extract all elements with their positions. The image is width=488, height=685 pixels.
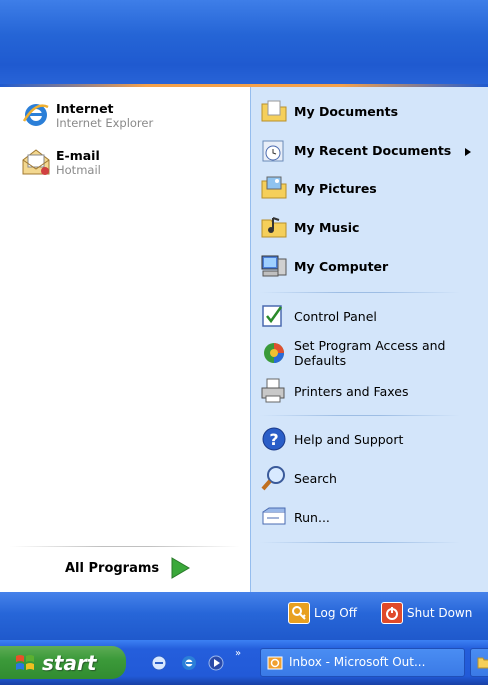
start-label: start bbox=[42, 650, 97, 675]
separator bbox=[10, 546, 240, 547]
quicklaunch-outlook-icon[interactable] bbox=[150, 654, 168, 672]
pinned-subtitle: Hotmail bbox=[56, 162, 101, 177]
pinned-title: Internet bbox=[56, 100, 114, 116]
taskbar-item-folder[interactable] bbox=[470, 648, 488, 677]
folder-icon bbox=[477, 655, 488, 669]
places-item-my-pictures[interactable]: My Pictures bbox=[258, 172, 377, 204]
help-item-label: Help and Support bbox=[294, 431, 404, 447]
system-item-label: Printers and Faxes bbox=[294, 383, 409, 399]
green-arrow-icon bbox=[169, 556, 191, 580]
places-item-my-recent-documents[interactable]: My Recent Documents bbox=[258, 134, 472, 166]
power-icon bbox=[381, 602, 403, 624]
email-icon bbox=[20, 146, 52, 178]
internet-explorer-icon bbox=[20, 99, 52, 131]
separator bbox=[260, 542, 460, 543]
places-item-label: My Computer bbox=[294, 258, 389, 274]
log-off-button[interactable]: Log Off bbox=[288, 602, 357, 624]
help-item-run[interactable]: Run... bbox=[258, 501, 330, 533]
quicklaunch-chevron-icon[interactable]: » bbox=[235, 648, 241, 659]
pinned-subtitle: Internet Explorer bbox=[56, 115, 154, 130]
printer-icon bbox=[258, 375, 290, 407]
system-item-printers-faxes[interactable]: Printers and Faxes bbox=[258, 375, 408, 407]
places-item-label: My Music bbox=[294, 219, 360, 235]
windows-flag-icon bbox=[14, 653, 36, 673]
help-icon: ? bbox=[258, 423, 290, 455]
help-item-search[interactable]: Search bbox=[258, 462, 337, 494]
search-icon bbox=[258, 462, 290, 494]
pinned-internet[interactable]: Internet Internet Explorer bbox=[20, 99, 153, 131]
taskbar: start » Inbox - Microsoft Out... bbox=[0, 640, 488, 685]
user-header bbox=[0, 0, 488, 87]
system-item-control-panel[interactable]: Control Panel bbox=[258, 300, 377, 332]
help-item-label: Search bbox=[294, 470, 337, 486]
start-button[interactable]: start bbox=[0, 646, 126, 679]
start-menu: Internet Internet Explorer E-mail Hotmai… bbox=[0, 0, 488, 640]
pinned-email[interactable]: E-mail Hotmail bbox=[20, 146, 101, 178]
system-item-program-access[interactable]: Set Program Access and Defaults bbox=[258, 337, 454, 369]
taskbar-item-label: Inbox - Microsoft Out... bbox=[289, 655, 426, 669]
submenu-arrow-icon bbox=[465, 141, 472, 160]
system-item-label: Set Program Access and Defaults bbox=[294, 338, 446, 368]
quicklaunch-media-player-icon[interactable] bbox=[207, 654, 225, 672]
separator bbox=[260, 292, 460, 293]
program-access-icon bbox=[258, 337, 290, 369]
taskbar-item-inbox[interactable]: Inbox - Microsoft Out... bbox=[260, 648, 465, 677]
places-item-my-documents[interactable]: My Documents bbox=[258, 95, 398, 127]
all-programs-button[interactable]: All Programs bbox=[65, 556, 191, 580]
places-item-label: My Pictures bbox=[294, 180, 377, 196]
svg-text:?: ? bbox=[269, 430, 278, 449]
places-item-my-music[interactable]: My Music bbox=[258, 211, 359, 243]
places-item-label: My Recent Documents bbox=[294, 142, 452, 158]
all-programs-label: All Programs bbox=[65, 560, 160, 576]
shut-down-button[interactable]: Shut Down bbox=[381, 602, 472, 624]
folder-documents-icon bbox=[258, 95, 290, 127]
places-item-my-computer[interactable]: My Computer bbox=[258, 250, 388, 282]
help-item-label: Run... bbox=[294, 509, 330, 525]
pinned-title: E-mail bbox=[56, 147, 100, 163]
run-icon bbox=[258, 501, 290, 533]
places-item-label: My Documents bbox=[294, 103, 399, 119]
control-panel-icon bbox=[258, 300, 290, 332]
folder-pictures-icon bbox=[258, 172, 290, 204]
computer-icon bbox=[258, 250, 290, 282]
shut-down-label: Shut Down bbox=[407, 606, 473, 620]
folder-music-icon bbox=[258, 211, 290, 243]
recent-documents-icon bbox=[258, 134, 290, 166]
key-icon bbox=[288, 602, 310, 624]
system-item-label: Control Panel bbox=[294, 308, 377, 324]
quicklaunch-internet-explorer-icon[interactable] bbox=[180, 654, 198, 672]
start-menu-footer: Log Off Shut Down bbox=[0, 592, 488, 640]
separator bbox=[260, 415, 460, 416]
outlook-icon bbox=[267, 655, 283, 671]
log-off-label: Log Off bbox=[314, 606, 357, 620]
help-item-help-support[interactable]: ? Help and Support bbox=[258, 423, 403, 455]
